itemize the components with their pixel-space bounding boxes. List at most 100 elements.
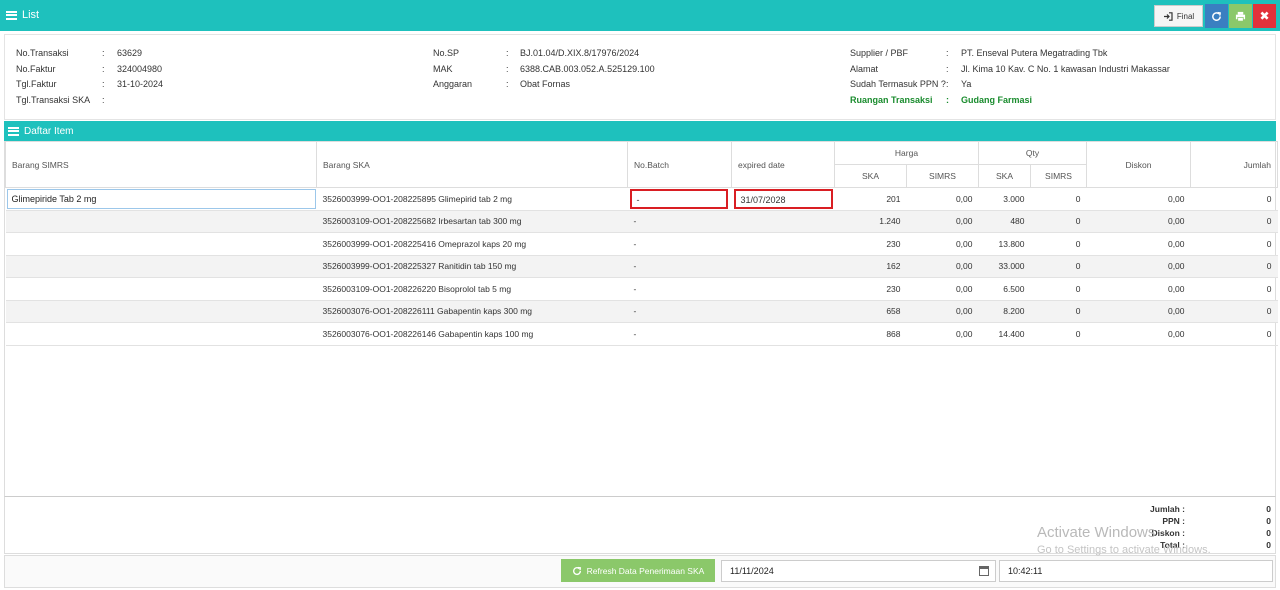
total-diskon-value: 0 — [1266, 528, 1271, 538]
cell-qty-ska: 8.200 — [978, 300, 1031, 323]
total-ppn-value: 0 — [1266, 516, 1271, 526]
cell-barang-ska: 3526003076-OO1-208226146 Gabapentin kaps… — [316, 322, 628, 346]
cell-harga-ska: 658 — [834, 300, 907, 323]
cell-barang-simrs[interactable] — [5, 300, 317, 323]
cell-diskon: 0,00 — [1086, 187, 1191, 211]
cell-expired-date[interactable] — [731, 210, 835, 233]
cell-barang-simrs[interactable] — [5, 210, 317, 233]
cell-harga-simrs: 0,00 — [906, 187, 979, 211]
cell-no-batch[interactable]: - — [627, 187, 732, 211]
date-input[interactable]: 11/11/2024 — [721, 560, 996, 582]
cell-harga-ska: 201 — [834, 187, 907, 211]
cell-expired-date[interactable] — [731, 322, 835, 346]
info-label: No.Faktur — [16, 64, 56, 74]
cell-diskon: 0,00 — [1086, 232, 1191, 256]
info-tgl-transaksi-ska: Tgl.Transaksi SKA : — [16, 95, 105, 105]
total-jumlah-value: 0 — [1266, 504, 1271, 514]
cell-harga-ska: 1.240 — [834, 210, 907, 233]
table-row[interactable]: 3526003999-OO1-208225327 Ranitidin tab 1… — [5, 255, 1278, 278]
table-row[interactable]: 3526003076-OO1-208226146 Gabapentin kaps… — [5, 322, 1278, 346]
time-input[interactable]: 10:42:11 — [999, 560, 1273, 582]
cell-barang-ska: 3526003109-OO1-208225682 Irbesartan tab … — [316, 210, 628, 233]
activate-windows-hint: Go to Settings to activate Windows. — [1037, 544, 1211, 556]
cell-expired-date[interactable]: 31/07/2028 — [731, 187, 835, 211]
cell-diskon: 0,00 — [1086, 255, 1191, 278]
barang-simrs-input[interactable] — [6, 188, 316, 209]
cell-barang-simrs[interactable] — [5, 187, 317, 211]
info-value: 324004980 — [117, 64, 163, 74]
info-no-sp: No.SP : BJ.01.04/D.XIX.8/17976/2024 — [433, 48, 640, 58]
col-expired-date: expired date — [731, 141, 835, 188]
col-harga-simrs: SIMRS — [906, 164, 979, 188]
total-jumlah-label: Jumlah : — [1150, 504, 1185, 514]
cell-qty-ska: 480 — [978, 210, 1031, 233]
cell-expired-date[interactable] — [731, 277, 835, 301]
cell-barang-ska: 3526003109-OO1-208226220 Bisoprolol tab … — [316, 277, 628, 301]
final-button[interactable]: Final — [1154, 5, 1203, 27]
expired-date-field[interactable]: 31/07/2028 — [733, 188, 833, 209]
col-qty-simrs: SIMRS — [1029, 164, 1088, 188]
panel-title-text: List — [22, 9, 40, 21]
cell-jumlah: 0 — [1190, 187, 1278, 211]
cell-jumlah: 0 — [1190, 322, 1278, 346]
info-label: Sudah Termasuk PPN ? — [850, 79, 946, 89]
top-bar: List Final ✖ — [0, 0, 1280, 31]
table-row[interactable]: 3526003109-OO1-208226220 Bisoprolol tab … — [5, 277, 1278, 301]
col-harga: Harga — [834, 141, 979, 165]
transaction-info-panel: No.Transaksi : 63629 No.Faktur : 3240049… — [4, 34, 1276, 120]
cell-qty-ska: 6.500 — [978, 277, 1031, 301]
refresh-button[interactable] — [1205, 4, 1228, 28]
item-list-header: Daftar Item — [4, 121, 1276, 141]
cell-barang-simrs[interactable] — [5, 255, 317, 278]
info-label: Tgl.Transaksi SKA — [16, 95, 91, 105]
table-row[interactable]: 3526003999-OO1-208225416 Omeprazol kaps … — [5, 232, 1278, 256]
refresh-icon — [572, 566, 581, 575]
cell-harga-simrs: 0,00 — [906, 300, 979, 323]
cell-no-batch[interactable]: - — [627, 300, 732, 323]
cell-harga-simrs: 0,00 — [906, 255, 979, 278]
cell-jumlah: 0 — [1190, 232, 1278, 256]
info-ppn: Sudah Termasuk PPN ? : Ya — [850, 79, 972, 89]
no-batch-field[interactable]: - — [629, 188, 728, 209]
info-value: Gudang Farmasi — [961, 95, 1033, 105]
info-value: Obat Fornas — [520, 79, 571, 89]
col-harga-ska: SKA — [834, 164, 907, 188]
cell-expired-date[interactable] — [731, 255, 835, 278]
cell-no-batch[interactable]: - — [627, 277, 732, 301]
cell-no-batch[interactable]: - — [627, 322, 732, 346]
cell-no-batch[interactable]: - — [627, 210, 732, 233]
info-mak: MAK : 6388.CAB.003.052.A.525129.100 — [433, 64, 655, 74]
refresh-ska-button[interactable]: Refresh Data Penerimaan SKA — [561, 559, 715, 582]
cell-barang-simrs[interactable] — [5, 322, 317, 346]
close-button[interactable]: ✖ — [1253, 4, 1276, 28]
cell-diskon: 0,00 — [1086, 210, 1191, 233]
calendar-icon[interactable] — [979, 566, 989, 576]
col-diskon: Diskon — [1086, 141, 1192, 188]
cell-qty-simrs: 0 — [1030, 255, 1087, 278]
table-row[interactable]: 3526003999-OO1-208225895 Glimepirid tab … — [5, 187, 1278, 211]
cell-qty-simrs: 0 — [1030, 322, 1087, 346]
sign-in-icon — [1163, 11, 1173, 21]
cell-barang-ska: 3526003999-OO1-208225416 Omeprazol kaps … — [316, 232, 628, 256]
cell-no-batch[interactable]: - — [627, 232, 732, 256]
total-total-value: 0 — [1266, 540, 1271, 550]
info-tgl-faktur: Tgl.Faktur : 31-10-2024 — [16, 79, 164, 89]
info-label: Supplier / PBF — [850, 48, 909, 58]
table-row[interactable]: 3526003076-OO1-208226111 Gabapentin kaps… — [5, 300, 1278, 323]
close-icon: ✖ — [1259, 9, 1270, 23]
panel-title: List — [6, 9, 39, 21]
info-label: Tgl.Faktur — [16, 79, 57, 89]
cell-qty-ska: 13.800 — [978, 232, 1031, 256]
cell-harga-ska: 868 — [834, 322, 907, 346]
cell-no-batch[interactable]: - — [627, 255, 732, 278]
cell-barang-simrs[interactable] — [5, 277, 317, 301]
cell-expired-date[interactable] — [731, 300, 835, 323]
cell-expired-date[interactable] — [731, 232, 835, 256]
print-button[interactable] — [1229, 4, 1252, 28]
table-row[interactable]: 3526003109-OO1-208225682 Irbesartan tab … — [5, 210, 1278, 233]
info-value: 31-10-2024 — [117, 79, 164, 89]
cell-barang-simrs[interactable] — [5, 232, 317, 256]
cell-qty-simrs: 0 — [1030, 277, 1087, 301]
cell-harga-simrs: 0,00 — [906, 210, 979, 233]
cell-diskon: 0,00 — [1086, 322, 1191, 346]
